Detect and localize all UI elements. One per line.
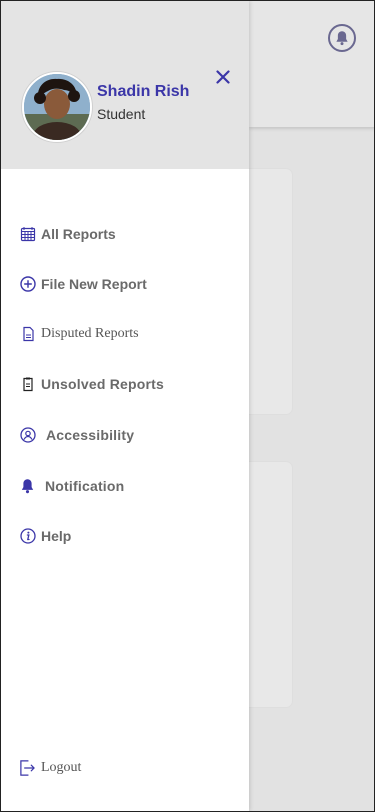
- close-drawer-button[interactable]: [213, 67, 233, 87]
- menu-item-disputed-reports[interactable]: Disputed Reports: [19, 323, 139, 345]
- menu-item-accessibility[interactable]: Accessibility: [19, 424, 134, 446]
- clipboard-icon: [19, 376, 36, 393]
- user-role: Student: [97, 106, 146, 122]
- drawer-profile-header: Shadin Rish Student: [1, 1, 249, 169]
- navigation-drawer: Shadin Rish Student All Reports File New…: [1, 1, 249, 811]
- user-name: Shadin Rish: [97, 83, 190, 100]
- menu-label: All Reports: [41, 226, 116, 242]
- menu-item-notification[interactable]: Notification: [19, 475, 124, 497]
- close-icon: [216, 70, 230, 84]
- logout-icon: [19, 760, 36, 777]
- header-notification-button[interactable]: [328, 24, 356, 52]
- app-header: [249, 1, 374, 127]
- document-icon: [19, 326, 36, 343]
- menu-item-file-new-report[interactable]: File New Report: [19, 273, 147, 295]
- menu-label: Notification: [45, 478, 125, 494]
- logout-button[interactable]: Logout: [19, 757, 81, 779]
- calendar-grid-icon: [19, 226, 36, 243]
- menu-label: Logout: [41, 760, 82, 775]
- menu-label: Help: [41, 528, 72, 544]
- avatar-photo: [24, 74, 90, 140]
- info-circle-icon: [19, 528, 36, 545]
- app-frame: Shadin Rish Student All Reports File New…: [0, 0, 375, 812]
- menu-label: File New Report: [41, 276, 147, 292]
- avatar[interactable]: [22, 72, 92, 142]
- plus-circle-icon: [19, 276, 36, 293]
- menu-label: Accessibility: [46, 427, 135, 443]
- menu-label: Disputed Reports: [41, 326, 139, 341]
- menu-item-all-reports[interactable]: All Reports: [19, 223, 116, 245]
- bell-icon: [19, 478, 36, 495]
- user-circle-icon: [19, 427, 36, 444]
- menu-label: Unsolved Reports: [41, 376, 164, 392]
- menu-item-help[interactable]: Help: [19, 525, 71, 547]
- bell-icon: [336, 31, 348, 46]
- menu-item-unsolved-reports[interactable]: Unsolved Reports: [19, 373, 164, 395]
